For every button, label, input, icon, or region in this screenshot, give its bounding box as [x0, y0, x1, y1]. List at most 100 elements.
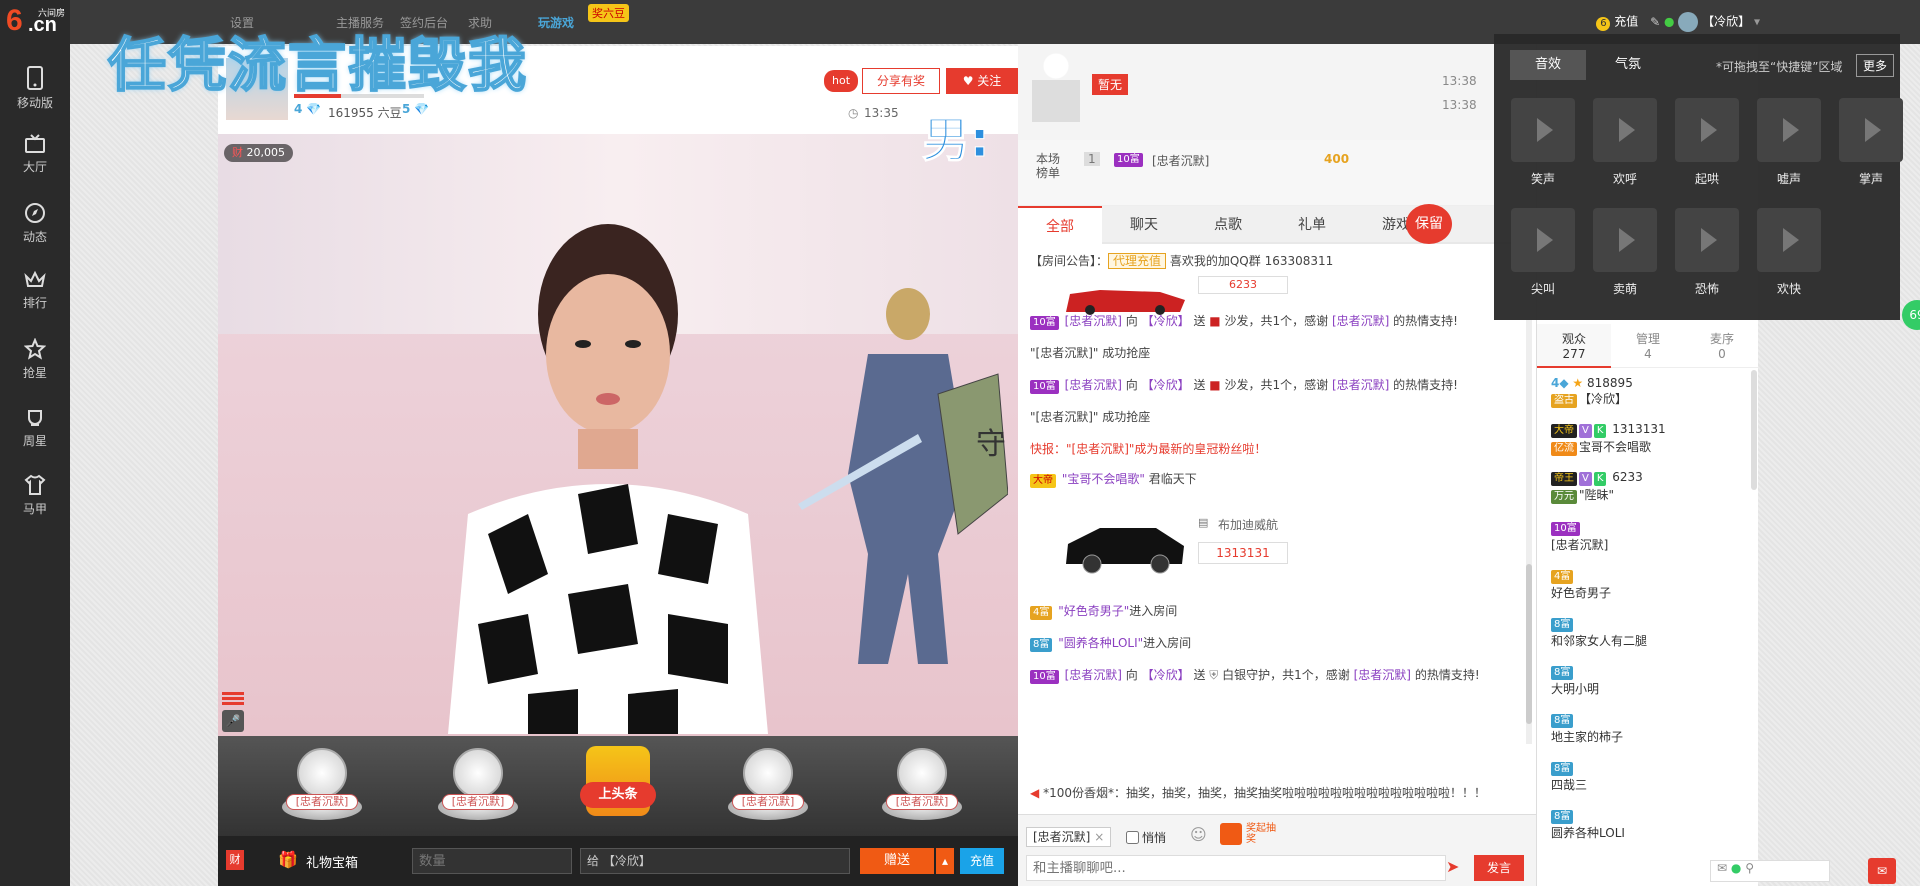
chat-user[interactable]: [忠者沉默] [1065, 314, 1122, 328]
keep-badge[interactable]: 保留 [1406, 204, 1452, 244]
sidebar-item-vest[interactable]: 马甲 [0, 468, 70, 528]
check-icon[interactable]: ● [1731, 861, 1741, 875]
share-button[interactable]: 分享有奖 [862, 68, 940, 94]
tab-chat[interactable]: 聊天 [1102, 206, 1186, 244]
sidebar-item-feed[interactable]: 动态 [0, 196, 70, 256]
audience-scrollbar[interactable] [1751, 370, 1757, 490]
chat-user[interactable]: [忠者沉默] [1332, 314, 1389, 328]
chat-recipient[interactable]: 【冷欣】 [1142, 378, 1190, 392]
headline-button[interactable]: 上头条 [568, 744, 668, 830]
chat-user[interactable]: [忠者沉默] [1065, 668, 1122, 682]
tab-sound-effects[interactable]: 音效 [1510, 50, 1586, 80]
mail-icon[interactable]: ✉ [1717, 861, 1727, 875]
sidebar-item-hall[interactable]: 大厅 [0, 128, 70, 188]
sound-cheerful[interactable]: 欢快 [1756, 208, 1822, 296]
chat-user[interactable]: "宝哥不会唱歌" [1062, 472, 1145, 486]
sound-applause[interactable]: 掌声 [1838, 98, 1904, 186]
recharge-link[interactable]: 充值 [1614, 15, 1638, 29]
chat-gift: 沙发，共1个，感谢 [1224, 378, 1329, 392]
avatar[interactable] [1678, 12, 1699, 32]
send-message-button[interactable]: 发言 [1474, 855, 1524, 881]
recipient-select[interactable]: 给 【冷欣】 [580, 848, 850, 874]
audience-user[interactable]: 帝王 V K 6233 万元 "陛昧" [1551, 470, 1751, 504]
sound-cheer[interactable]: 欢呼 [1592, 98, 1658, 186]
sound-label: 欢呼 [1612, 172, 1637, 186]
seat-3[interactable]: [忠者沉默] [718, 744, 818, 830]
chat-recipient[interactable]: 【冷欣】 [1142, 668, 1190, 682]
menu-icon[interactable] [222, 690, 244, 708]
tab-song[interactable]: 点歌 [1186, 206, 1270, 244]
chat-user[interactable]: "圆养各种LOLI" [1058, 636, 1143, 650]
sidebar-item-mobile[interactable]: 移动版 [0, 60, 70, 120]
sound-jeer[interactable]: 起哄 [1674, 98, 1740, 186]
site-logo[interactable]: 6 .cn 六间房 [4, 4, 68, 38]
chat-user[interactable]: [忠者沉默] [1332, 378, 1389, 392]
chat-user[interactable]: "好色奇男子" [1058, 604, 1129, 618]
tab-gifts[interactable]: 礼单 [1270, 206, 1354, 244]
audience-user[interactable]: 10富 [忠者沉默] [1551, 520, 1751, 553]
sound-laugh[interactable]: 笑声 [1510, 98, 1576, 186]
tab-mic-queue[interactable]: 麦序 0 [1685, 324, 1759, 368]
chat-input[interactable] [1026, 855, 1446, 881]
sound-boo[interactable]: 嘘声 [1756, 98, 1822, 186]
microphone-icon[interactable]: 🎤 [222, 710, 244, 732]
top-right-user: 6 充值 ✎ ● 【冷欣】 ▾ [1596, 12, 1760, 32]
quantity-input[interactable] [412, 848, 572, 874]
sound-horror[interactable]: 恐怖 [1674, 208, 1740, 296]
audience-user[interactable]: 8富 四哉三 [1551, 760, 1751, 793]
chat-recipient[interactable]: 【冷欣】 [1142, 314, 1190, 328]
sidebar-item-grab-star[interactable]: 抢星 [0, 332, 70, 392]
audience-user[interactable]: 8富 圆养各种LOLI [1551, 808, 1751, 841]
follow-button[interactable]: ♥ 关注 [946, 68, 1018, 94]
close-icon[interactable]: × [1094, 830, 1104, 844]
seat-1[interactable]: [忠者沉默] [272, 744, 372, 830]
chat-bubble-icon[interactable]: ✉ [1868, 858, 1896, 884]
tab-all[interactable]: 全部 [1018, 206, 1102, 244]
chat-user[interactable]: [忠者沉默] [1354, 668, 1411, 682]
seat-2[interactable]: [忠者沉默] [428, 744, 528, 830]
chat-message: "[忠者沉默]" 成功抢座 [1030, 346, 1151, 360]
audience-user[interactable]: 8富 地主家的柿子 [1551, 712, 1751, 745]
user-name: [忠者沉默] [1551, 538, 1609, 552]
lottery-icon[interactable] [1220, 823, 1242, 845]
sound-cute[interactable]: 卖萌 [1592, 208, 1658, 296]
seat-row: [忠者沉默] [忠者沉默] 上头条 [忠者沉默] [忠者沉默] [218, 736, 1018, 836]
username[interactable]: 【冷欣】 [1702, 15, 1750, 29]
play-game-link[interactable]: 玩游戏 [538, 14, 574, 31]
play-icon [1511, 208, 1575, 272]
chevron-down-icon[interactable]: ▾ [1754, 15, 1760, 29]
sound-scream[interactable]: 尖叫 [1510, 208, 1576, 296]
tab-atmosphere[interactable]: 气氛 [1590, 50, 1666, 80]
seat-4[interactable]: [忠者沉默] [872, 744, 972, 830]
audience-user[interactable]: 8富 和邻家女人有二腿 [1551, 616, 1751, 649]
compass-icon [25, 203, 45, 223]
agent-recharge-link[interactable]: 代理充值 [1108, 253, 1167, 269]
ranking-label[interactable]: 本场榜单 [1036, 152, 1066, 180]
search-icon[interactable]: ⚲ [1745, 861, 1754, 875]
emoji-icon[interactable]: ☺ [1190, 825, 1207, 844]
audience-user[interactable]: 4富 好色奇男子 [1551, 568, 1751, 601]
more-button[interactable]: 更多 [1856, 54, 1895, 77]
chat-word: 的热情支持! [1393, 314, 1458, 328]
chat-target[interactable]: [忠者沉默] × [1026, 827, 1112, 847]
audience-user[interactable]: 4◆ ★ 818895 盗古 【冷欣】 [1551, 376, 1751, 408]
send-gift-button[interactable]: 赠送 [860, 848, 934, 874]
gift-box-label[interactable]: 礼物宝箱 [306, 852, 358, 871]
tab-audience[interactable]: 观众 277 [1537, 324, 1611, 368]
rank-user[interactable]: [忠者沉默] [1152, 152, 1209, 169]
wealth-button[interactable]: 财 [226, 850, 244, 870]
send-options-icon[interactable]: ▴ [936, 848, 954, 874]
video-stream[interactable]: 守 财 20,005 🎤 [218, 134, 1018, 736]
tab-managers[interactable]: 管理 4 [1611, 324, 1685, 368]
audience-user[interactable]: 大帝 V K 1313131 亿流 宝哥不会唱歌 [1551, 422, 1751, 456]
lottery-label[interactable]: 奖起抽奖 [1246, 823, 1276, 845]
recharge-button[interactable]: 充值 [960, 848, 1004, 874]
sidebar-item-weekly-star[interactable]: 周星 [0, 400, 70, 460]
seat-label: [忠者沉默] [442, 794, 514, 810]
private-checkbox[interactable] [1126, 831, 1139, 844]
send-plane-icon[interactable]: ➤ [1446, 857, 1459, 876]
chat-user[interactable]: [忠者沉默] [1065, 378, 1122, 392]
edit-icon[interactable]: ✎ [1650, 15, 1660, 29]
audience-user[interactable]: 8富 大明小明 [1551, 664, 1751, 697]
sidebar-item-ranking[interactable]: 排行 [0, 264, 70, 324]
